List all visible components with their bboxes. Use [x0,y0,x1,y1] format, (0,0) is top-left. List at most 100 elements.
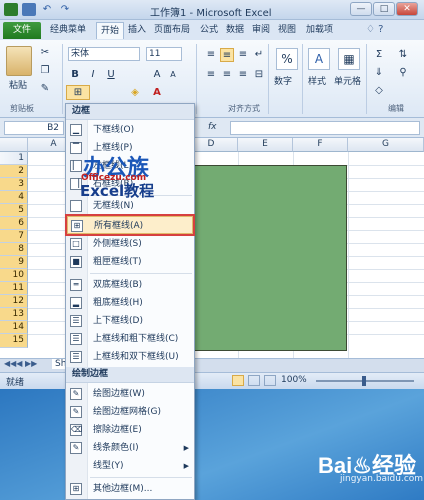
format-painter-icon[interactable]: ✎ [38,82,52,96]
row-header-8[interactable]: 8 [0,243,28,256]
zoom-level[interactable]: 100% [281,375,307,385]
menu-item-double-bottom-border[interactable]: ═ 双底框线(B) [67,276,193,294]
tab-formulas[interactable]: 公式 [196,22,222,39]
paste-button[interactable]: 粘贴 [9,78,27,91]
row-header-4[interactable]: 4 [0,191,28,204]
row-header-7[interactable]: 7 [0,230,28,243]
menu-item-more-borders[interactable]: ⊞ 其他边框(M)... [67,480,193,498]
menu-item-line-style[interactable]: 线型(Y) ▶ [67,457,193,475]
row-header-12[interactable]: 12 [0,295,28,308]
close-button[interactable]: ✕ [396,2,418,16]
cells-icon[interactable]: ▦ [338,48,360,70]
menu-item-draw-border-grid[interactable]: ✎ 绘图边框网格(G) [67,403,193,421]
tab-home[interactable]: 开始 [96,22,125,39]
paste-icon[interactable] [6,46,32,76]
font-name-combo[interactable]: 宋体 [68,47,140,61]
menu-item-top-thick-bottom-border[interactable]: ☰ 上框线和粗下框线(C) [67,330,193,348]
menu-item-thick-bottom-border[interactable]: ▂ 粗底框线(H) [67,294,193,312]
column-header-f[interactable]: F [293,138,348,152]
cells-button[interactable]: 单元格 [334,74,361,87]
find-icon[interactable]: ⚲ [396,66,410,80]
cut-icon[interactable]: ✂ [38,46,52,60]
ribbon-separator [366,44,367,114]
font-size-combo[interactable]: 11 [146,47,182,61]
tab-data[interactable]: 数据 [222,22,248,39]
copy-icon[interactable]: ❐ [38,64,52,78]
normal-view-icon[interactable] [232,375,244,386]
row-header-3[interactable]: 3 [0,178,28,191]
row-header-6[interactable]: 6 [0,217,28,230]
tab-view[interactable]: 视图 [274,22,300,39]
tab-review[interactable]: 审阅 [248,22,274,39]
ribbon-separator [268,44,269,114]
column-header-e[interactable]: E [238,138,293,152]
tab-classic-menu[interactable]: 经典菜单 [46,22,90,39]
align-bottom-icon[interactable]: ≡ [236,48,250,62]
fill-color-icon[interactable]: ◈ [128,86,142,100]
borders-button[interactable]: ⊞ [66,85,90,100]
zoom-slider-handle[interactable] [362,376,366,386]
row-header-11[interactable]: 11 [0,282,28,295]
merge-cells-icon[interactable]: ⊟ [252,68,266,82]
save-icon[interactable] [22,3,36,16]
row-header-13[interactable]: 13 [0,308,28,321]
align-middle-icon[interactable]: ≡ [220,48,234,62]
undo-icon[interactable]: ↶ [40,3,54,16]
styles-button[interactable]: 样式 [308,74,326,87]
row-header-10[interactable]: 10 [0,269,28,282]
formula-input[interactable] [230,121,420,135]
row-header-2[interactable]: 2 [0,165,28,178]
fx-icon[interactable]: fx [208,122,217,132]
page-break-view-icon[interactable] [264,375,276,386]
menu-item-bottom-border[interactable]: ▁ 下框线(O) [67,121,193,139]
font-color-icon[interactable]: A [150,86,164,100]
tab-file[interactable]: 文件 [3,22,41,39]
menu-section-draw-borders: 绘制边框 [66,367,194,383]
tab-page-layout[interactable]: 页面布局 [150,22,194,39]
menu-item-top-bottom-border[interactable]: ☰ 上下框线(D) [67,312,193,330]
clear-icon[interactable]: ◇ [372,84,386,98]
number-format-button[interactable]: 数字 [274,74,292,87]
row-header-14[interactable]: 14 [0,321,28,334]
page-layout-view-icon[interactable] [248,375,260,386]
row-header-9[interactable]: 9 [0,256,28,269]
menu-item-top-double-bottom-border[interactable]: ☰ 上框线和双下框线(U) [67,348,193,366]
select-all-corner[interactable] [0,138,28,152]
tab-addins[interactable]: 加载项 [302,22,337,39]
menu-item-outside-borders[interactable]: □ 外侧框线(S) [67,235,193,253]
help-icon[interactable]: ♢ ? [366,24,383,35]
row-header-5[interactable]: 5 [0,204,28,217]
align-top-icon[interactable]: ≡ [204,48,218,62]
top-bottom-border-icon: ☰ [70,315,82,327]
tab-insert[interactable]: 插入 [124,22,150,39]
font-grow-icon[interactable]: A [150,68,164,82]
bold-button[interactable]: B [68,68,82,82]
menu-item-thick-box-border[interactable]: ■ 粗匣框线(T) [67,253,193,271]
styles-icon[interactable]: A [308,48,330,70]
maximize-button[interactable]: □ [373,2,395,16]
autosum-icon[interactable]: Σ [372,48,386,62]
underline-button[interactable]: U [104,68,118,82]
selected-range[interactable] [185,165,347,351]
fill-icon[interactable]: ⇓ [372,66,386,80]
menu-item-draw-border[interactable]: ✎ 绘图边框(W) [67,385,193,403]
excel-tutorial-watermark: Excel教程 [80,182,155,200]
name-box[interactable]: B2 [4,121,64,135]
minimize-button[interactable]: — [350,2,372,16]
menu-item-line-color[interactable]: ✎ 线条颜色(I) ▶ [67,439,193,457]
align-center-icon[interactable]: ≡ [220,68,234,82]
percent-icon[interactable]: % [276,48,298,70]
sheet-nav-icon[interactable]: ◀◀◀ ▶▶ [4,359,37,368]
menu-item-erase-border[interactable]: ⌫ 擦除边框(E) [67,421,193,439]
redo-icon[interactable]: ↷ [58,3,72,16]
align-right-icon[interactable]: ≡ [236,68,250,82]
italic-button[interactable]: I [86,68,100,82]
font-shrink-icon[interactable]: A [166,68,180,82]
row-header-1[interactable]: 1 [0,152,28,165]
wrap-text-icon[interactable]: ↵ [252,48,266,62]
menu-item-all-borders[interactable]: ⊞ 所有框线(A) [65,214,195,236]
align-left-icon[interactable]: ≡ [204,68,218,82]
sort-filter-icon[interactable]: ⇅ [396,48,410,62]
row-header-15[interactable]: 15 [0,334,28,348]
column-header-g[interactable]: G [348,138,424,152]
